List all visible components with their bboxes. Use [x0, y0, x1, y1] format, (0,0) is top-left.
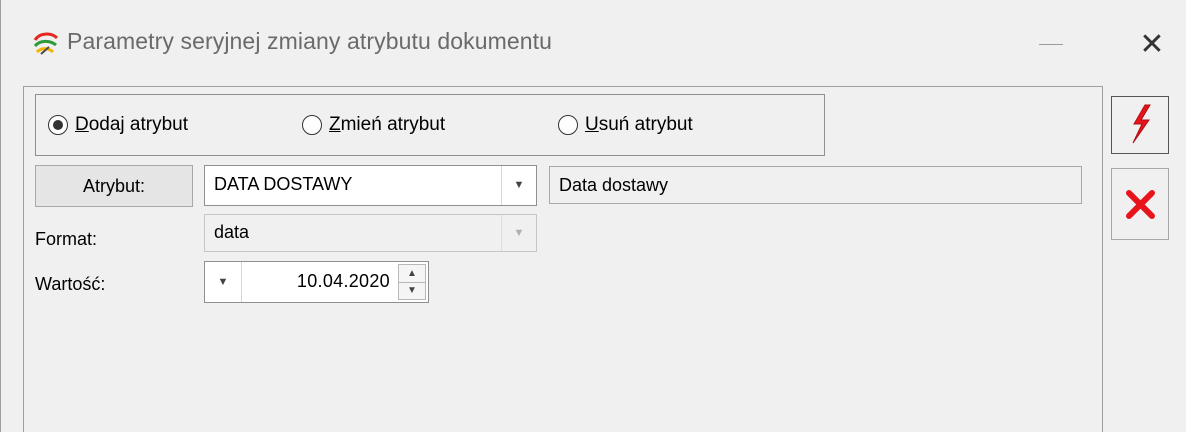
- chevron-down-icon[interactable]: ▼: [501, 166, 536, 205]
- cancel-x-icon: [1126, 190, 1155, 219]
- spin-down-icon[interactable]: ▼: [399, 282, 425, 299]
- attribute-description-text: Data dostawy: [559, 175, 669, 195]
- cancel-button[interactable]: [1111, 168, 1169, 240]
- window-title: Parametry seryjnej zmiany atrybutu dokum…: [67, 28, 553, 54]
- format-label: Format:: [35, 229, 98, 249]
- dialog-window: Parametry seryjnej zmiany atrybutu dokum…: [0, 0, 1186, 432]
- value-label: Wartość:: [35, 274, 106, 294]
- radio-change-attribute[interactable]: Zmień atrybut: [302, 113, 445, 137]
- minimize-button[interactable]: [1039, 44, 1063, 45]
- calendar-dropdown-icon[interactable]: ▼: [205, 262, 242, 302]
- close-button[interactable]: ✕: [1137, 30, 1167, 60]
- date-value[interactable]: 10.04.2020: [297, 271, 390, 292]
- attribute-combo[interactable]: DATA DOSTAWY ▼: [204, 165, 537, 206]
- radio-change-attribute-dot[interactable]: [302, 115, 322, 135]
- lightning-icon: [1132, 104, 1151, 144]
- radio-remove-attribute-dot[interactable]: [558, 115, 578, 135]
- format-combo-value: data: [214, 222, 250, 242]
- attribute-description-field: Data dostawy: [549, 166, 1082, 204]
- radio-add-attribute-label: Dodaj atrybut: [75, 114, 189, 135]
- format-combo: data ▼: [204, 214, 537, 252]
- radio-remove-attribute[interactable]: Usuń atrybut: [558, 113, 693, 137]
- mode-radio-group: Dodaj atrybut Zmień atrybut Usuń atrybut: [35, 94, 825, 156]
- spin-up-icon[interactable]: ▲: [399, 265, 425, 283]
- attribute-combo-value: DATA DOSTAWY: [214, 174, 353, 194]
- execute-button[interactable]: [1111, 96, 1169, 154]
- radio-add-attribute-dot[interactable]: [48, 115, 68, 135]
- chevron-down-icon: ▼: [501, 215, 536, 251]
- date-spinner[interactable]: ▲ ▼: [398, 264, 426, 300]
- attribute-button[interactable]: Atrybut:: [35, 165, 193, 207]
- radio-add-attribute[interactable]: Dodaj atrybut: [48, 113, 188, 137]
- app-icon: [33, 32, 59, 55]
- title-bar: Parametry seryjnej zmiany atrybutu dokum…: [1, 0, 1186, 86]
- radio-change-attribute-label: Zmień atrybut: [329, 114, 446, 135]
- radio-remove-attribute-label: Usuń atrybut: [585, 114, 693, 135]
- date-picker[interactable]: ▼ 10.04.2020 ▲ ▼: [204, 261, 429, 303]
